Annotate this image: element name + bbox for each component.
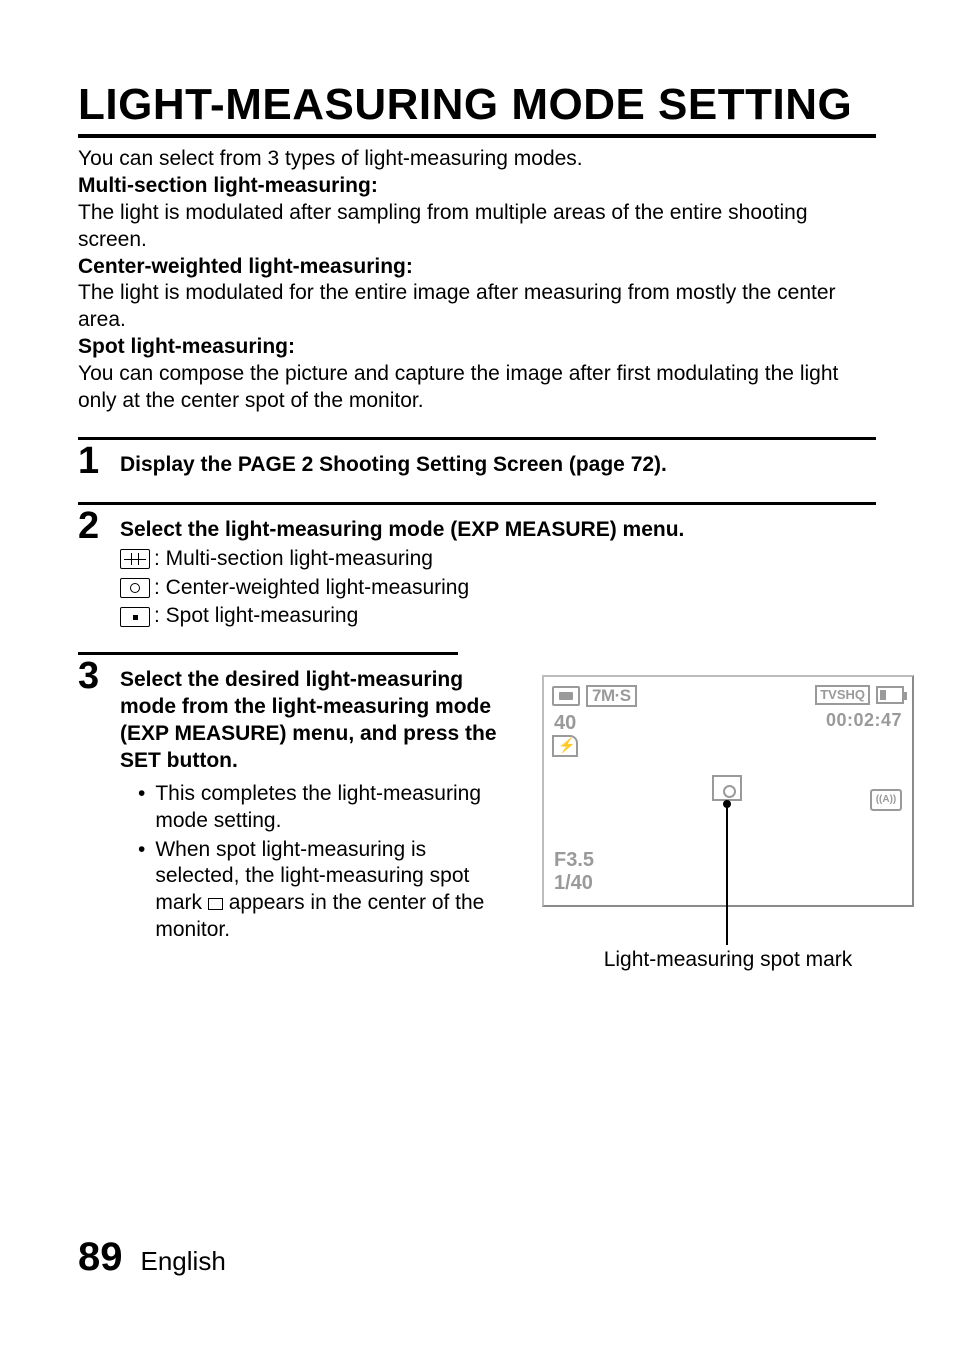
step-3-rule (78, 652, 458, 655)
image-stabilizer-icon: ((A)) (870, 789, 902, 811)
step-2-title: Select the light-measuring mode (EXP MEA… (120, 517, 876, 544)
multi-heading: Multi-section light-measuring: (78, 174, 378, 197)
callout-leader-line (726, 803, 728, 945)
center-body: The light is modulated for the entire im… (78, 281, 836, 331)
page-number: 89 (78, 1235, 123, 1280)
center-weighted-icon (120, 578, 150, 598)
center-heading: Center-weighted light-measuring: (78, 255, 413, 278)
option-center-weighted: : Center-weighted light-measuring (120, 575, 876, 602)
aperture-readout: F3.5 (554, 849, 594, 872)
step-1: 1 Display the PAGE 2 Shooting Setting Sc… (78, 442, 876, 480)
shutter-readout: 1/40 (554, 872, 594, 895)
step-1-rule (78, 437, 876, 440)
page-language: English (141, 1246, 226, 1277)
flash-mode-icon (552, 735, 578, 757)
step-3-bullet-2: • When spot light-measuring is selected,… (120, 837, 516, 945)
step-2-number: 2 (78, 507, 120, 545)
record-time: 00:02:47 (826, 709, 902, 732)
step-3: 3 Select the desired light-measuring mod… (78, 657, 876, 974)
step-3-number: 3 (78, 657, 120, 695)
option-spot-label: : Spot light-measuring (154, 603, 358, 630)
battery-icon (876, 686, 904, 704)
spot-body: You can compose the picture and capture … (78, 362, 838, 412)
step-1-number: 1 (78, 442, 120, 480)
step-2-rule (78, 502, 876, 505)
step-3-bullet-1: • This completes the light-measuring mod… (120, 781, 516, 835)
multi-body: The light is modulated after sampling fr… (78, 201, 808, 251)
option-multi-section: : Multi-section light-measuring (120, 546, 876, 573)
bullet-dot: • (120, 837, 145, 945)
shots-remaining: 40 (554, 711, 576, 737)
step-3-bullet-1-text: This completes the light-measuring mode … (155, 781, 516, 835)
spot-icon (120, 607, 150, 627)
option-spot: : Spot light-measuring (120, 603, 876, 630)
step-3-title: Select the desired light-measuring mode … (120, 667, 516, 775)
figure-caption: Light-measuring spot mark (542, 947, 914, 974)
video-quality-indicator: TVSHQ (815, 685, 870, 705)
intro-block: You can select from 3 types of light-mea… (78, 146, 876, 415)
spot-heading: Spot light-measuring: (78, 335, 295, 358)
spot-mark-on-screen (712, 775, 742, 801)
step-2: 2 Select the light-measuring mode (EXP M… (78, 507, 876, 631)
multi-section-icon (120, 549, 150, 569)
option-multi-label: : Multi-section light-measuring (154, 546, 433, 573)
step-1-title: Display the PAGE 2 Shooting Setting Scre… (120, 452, 876, 479)
page-title: LIGHT-MEASURING MODE SETTING (78, 80, 876, 130)
camera-screen-figure: 7M·S 40 TVSHQ 00:02:47 ((A)) F3.5 1/40 (542, 675, 914, 974)
spot-mark-inline-icon (208, 898, 223, 910)
intro-lead: You can select from 3 types of light-mea… (78, 147, 583, 170)
title-rule (78, 134, 876, 138)
quality-indicator: 7M·S (586, 685, 637, 707)
card-icon (552, 686, 580, 706)
camera-screen: 7M·S 40 TVSHQ 00:02:47 ((A)) F3.5 1/40 (542, 675, 914, 907)
option-center-label: : Center-weighted light-measuring (154, 575, 469, 602)
bullet-dot: • (120, 781, 145, 835)
page-footer: 89 English (78, 1235, 226, 1280)
